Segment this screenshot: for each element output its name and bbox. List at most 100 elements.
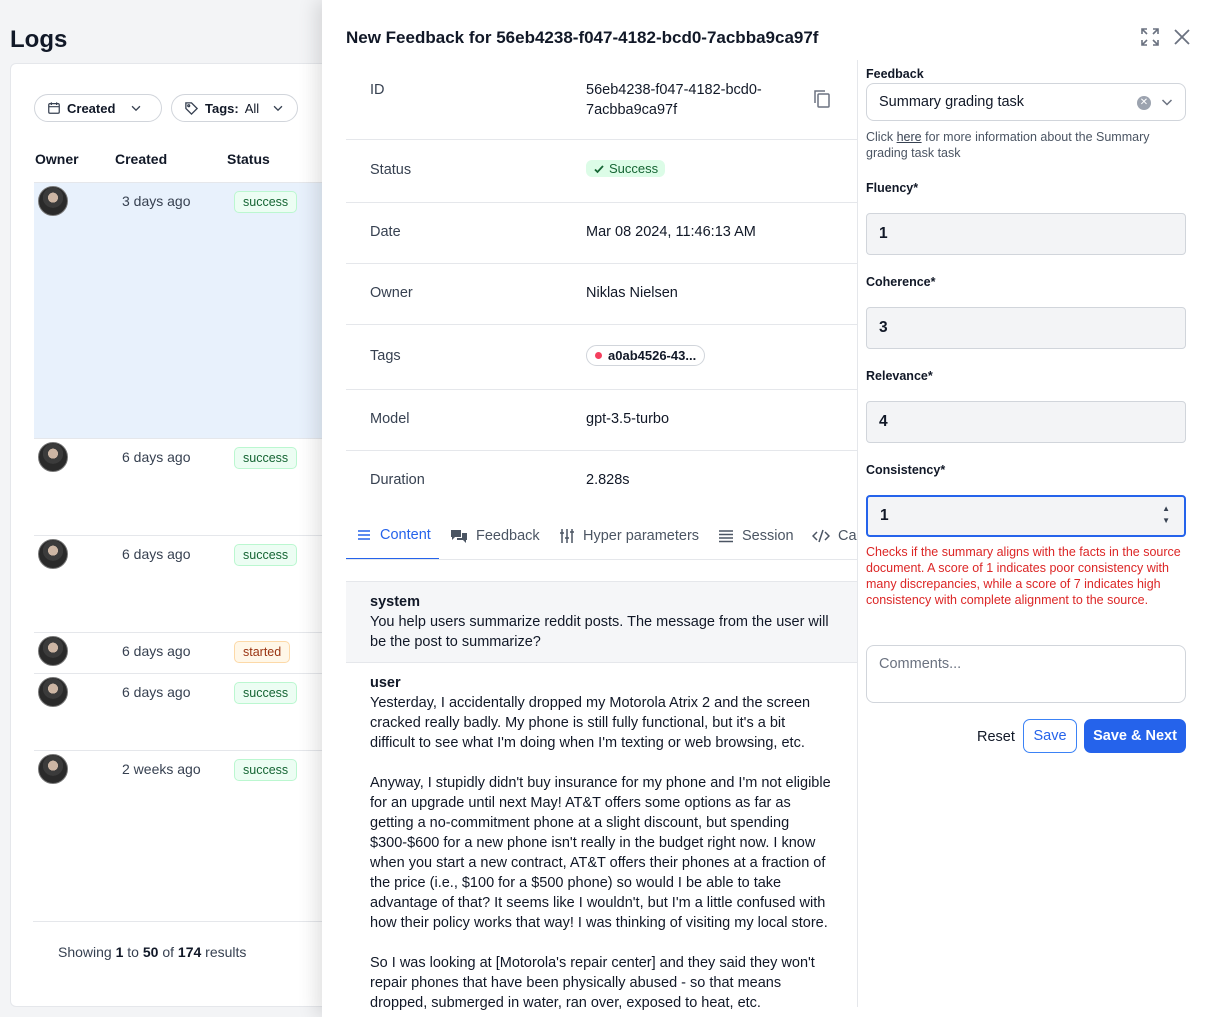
tags-value: a0ab4526-43...: [586, 345, 706, 366]
panel-divider: [857, 60, 858, 1007]
tab-feedback[interactable]: Feedback: [450, 512, 540, 559]
chevron-down-icon: [273, 105, 283, 112]
tab-session[interactable]: Session: [718, 512, 794, 559]
tag-color-dot: [595, 352, 602, 359]
stepper-up-icon[interactable]: ▲: [1162, 504, 1170, 514]
detail-tabs: Content Feedback Hyper parameters Sessio…: [346, 512, 857, 560]
clear-icon[interactable]: ✕: [1137, 96, 1151, 110]
chevron-down-icon: [132, 105, 141, 112]
created-cell: 6 days ago: [122, 546, 191, 562]
owner-value: Niklas Nielsen: [586, 285, 678, 301]
avatar: [38, 186, 68, 216]
tab-code[interactable]: Ca: [812, 512, 857, 559]
created-filter-label: Created: [67, 100, 116, 116]
status-badge: success: [234, 447, 298, 469]
column-owner[interactable]: Owner: [35, 151, 79, 167]
created-cell: 6 days ago: [122, 643, 191, 659]
message-text: Anyway, I stupidly didn't buy insurance …: [370, 775, 835, 931]
coherence-input[interactable]: 3: [866, 307, 1186, 349]
chevron-down-icon[interactable]: [1159, 94, 1175, 110]
table-row[interactable]: 6 days ago success: [34, 673, 354, 750]
id-value-line2: 7acbba9ca97f: [586, 102, 678, 118]
tab-content-label: Content: [380, 527, 431, 543]
status-label: Status: [370, 162, 412, 178]
duration-value: 2.828s: [586, 472, 630, 488]
relevance-label: Relevance*: [866, 369, 933, 383]
pagination-to: 50: [142, 944, 159, 960]
avatar: [38, 754, 68, 784]
feedback-task-value: Summary grading task: [879, 94, 1025, 110]
coherence-label: Coherence*: [866, 275, 936, 289]
tab-feedback-label: Feedback: [476, 528, 540, 544]
status-text: Success: [609, 161, 659, 176]
list-icon: [719, 530, 733, 543]
detail-row-owner: Owner Niklas Nielsen: [346, 264, 857, 325]
tag-icon: [185, 101, 199, 115]
date-label: Date: [370, 224, 401, 240]
tab-code-label: Ca: [838, 528, 857, 544]
lines-icon: [358, 530, 370, 540]
tab-session-label: Session: [742, 528, 794, 544]
comments-textarea[interactable]: Comments...: [866, 645, 1186, 703]
expand-icon[interactable]: [1139, 26, 1161, 48]
fluency-input[interactable]: 1: [866, 213, 1186, 255]
tags-filter-button[interactable]: Tags: All: [171, 94, 298, 122]
table-footer-divider: [33, 921, 353, 922]
column-created[interactable]: Created: [115, 151, 167, 167]
avatar: [38, 442, 68, 472]
fluency-label: Fluency*: [866, 181, 919, 195]
tag-chip[interactable]: a0ab4526-43...: [586, 345, 706, 366]
tags-filter-value: All: [244, 100, 260, 116]
message-text: You help users summarize reddit posts. T…: [370, 614, 833, 650]
avatar: [38, 636, 68, 666]
pagination-suffix: results: [205, 944, 247, 960]
created-cell: 3 days ago: [122, 193, 191, 209]
id-value-line1: 56eb4238-f047-4182-bcd0-: [586, 82, 762, 98]
status-value: Success: [586, 160, 666, 179]
pagination-to-word: to: [127, 944, 139, 960]
message-text: So I was looking at [Motorola's repair c…: [370, 955, 819, 1011]
tab-hyper-parameters-label: Hyper parameters: [583, 528, 700, 544]
save-next-button[interactable]: Save & Next: [1084, 719, 1186, 753]
tab-content[interactable]: Content: [346, 512, 439, 559]
page-title: Logs: [10, 26, 68, 53]
relevance-input[interactable]: 4: [866, 401, 1186, 443]
pagination-total: 174: [177, 944, 202, 960]
tag-text: a0ab4526-43...: [608, 348, 697, 363]
code-icon: [812, 529, 830, 543]
table-row[interactable]: 6 days ago success: [34, 535, 354, 632]
logs-card: Created Tags: All Owner Created Status 3…: [10, 63, 354, 1007]
detail-row-status: Status Success: [346, 140, 857, 203]
close-icon[interactable]: [1171, 26, 1193, 48]
avatar: [38, 539, 68, 569]
reset-button[interactable]: Reset: [977, 720, 1015, 754]
date-value: Mar 08 2024, 11:46:13 AM: [586, 224, 756, 240]
table-row[interactable]: 6 days ago success: [34, 438, 354, 535]
number-stepper[interactable]: ▲ ▼: [1162, 504, 1170, 526]
table-row[interactable]: 6 days ago started: [34, 632, 354, 673]
status-badge: started: [234, 641, 291, 663]
tab-hyper-parameters[interactable]: Hyper parameters: [559, 512, 700, 559]
feedback-label: Feedback: [866, 67, 924, 81]
log-details: ID 56eb4238-f047-4182-bcd0- 7acbba9ca97f…: [346, 60, 857, 512]
consistency-input[interactable]: 1 ▲ ▼: [866, 495, 1186, 537]
feedback-task-select[interactable]: Summary grading task ✕: [866, 83, 1186, 121]
check-icon: [594, 164, 604, 173]
column-status[interactable]: Status: [227, 151, 270, 167]
help-link[interactable]: here: [897, 130, 922, 144]
status-success-badge: Success: [586, 160, 666, 177]
save-button[interactable]: Save: [1023, 719, 1077, 753]
created-cell: 6 days ago: [122, 684, 191, 700]
feedback-drawer: New Feedback for 56eb4238-f047-4182-bcd0…: [322, 0, 1219, 1017]
status-badge: success: [234, 682, 298, 704]
owner-label: Owner: [370, 285, 413, 301]
chat-bubbles-icon: [451, 530, 467, 543]
table-row[interactable]: 3 days ago success: [34, 182, 354, 438]
sliders-icon: [560, 529, 574, 543]
stepper-down-icon[interactable]: ▼: [1162, 516, 1170, 526]
created-filter-button[interactable]: Created: [34, 94, 162, 122]
copy-icon[interactable]: [812, 88, 832, 113]
calendar-icon: [48, 102, 60, 114]
tags-label: Tags: [370, 348, 401, 364]
table-row[interactable]: 2 weeks ago success: [34, 750, 354, 922]
